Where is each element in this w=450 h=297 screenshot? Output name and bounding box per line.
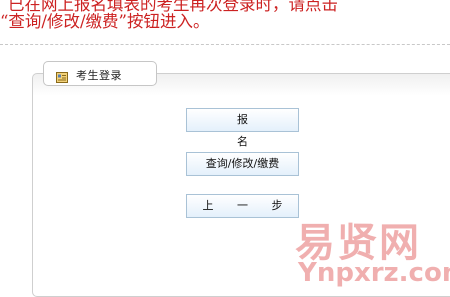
watermark-en: Ynpxrz.com xyxy=(298,258,450,288)
panel-title: 考生登录 xyxy=(76,69,122,82)
login-card-icon xyxy=(56,68,68,83)
query-modify-pay-button[interactable]: 查询/修改/缴费 xyxy=(186,152,299,176)
register-button[interactable]: 报 名 xyxy=(186,108,299,148)
notice-line-2: “查询/修改/缴费”按钮进入。 xyxy=(0,12,210,31)
divider xyxy=(0,44,450,45)
panel-tab: 考生登录 xyxy=(43,61,157,86)
notice-text: 已在网上报名填表的考生再次登录时，请点击 “查询/修改/缴费”按钮进入。 xyxy=(0,0,450,40)
back-button[interactable]: 上 一 步 xyxy=(186,194,299,218)
